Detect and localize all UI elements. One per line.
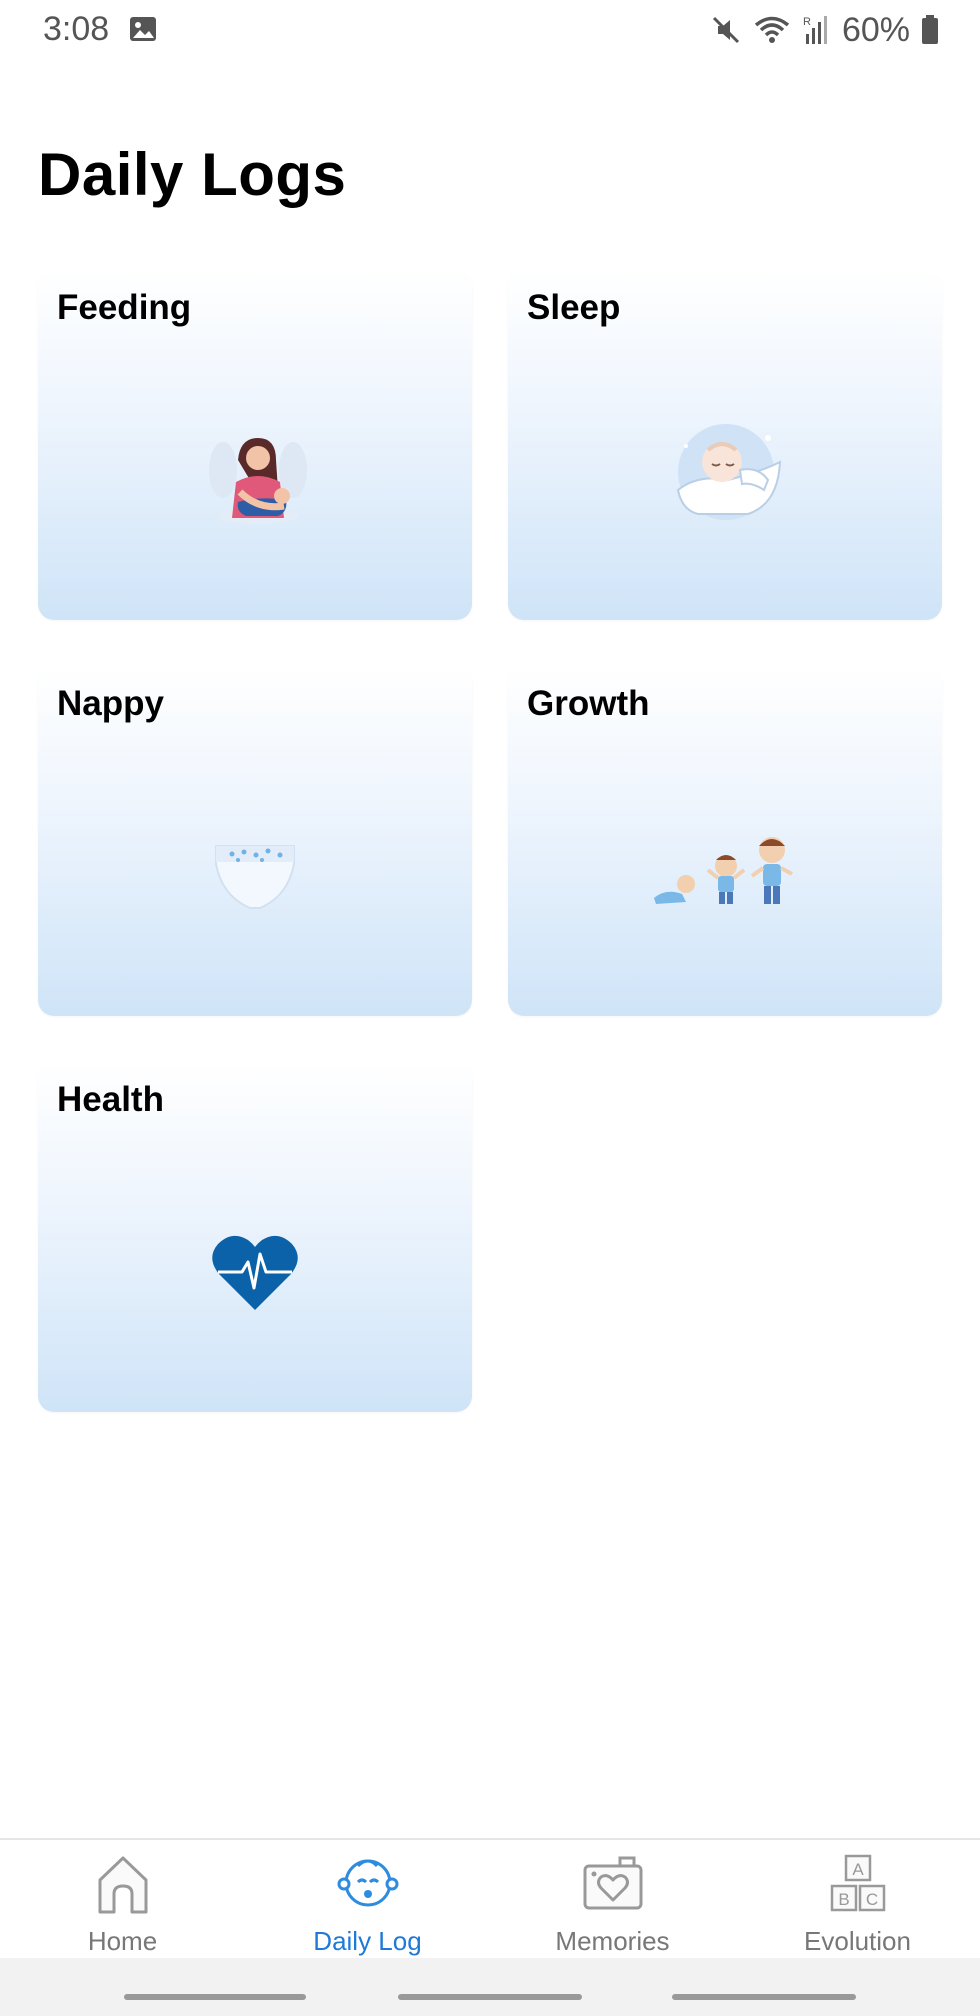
battery-percent: 60% — [841, 10, 910, 49]
svg-text:C: C — [865, 1890, 877, 1909]
nav-label: Daily Log — [313, 1926, 422, 1956]
nav-daily-log[interactable]: Daily Log — [245, 1840, 490, 1958]
card-label: Feeding — [57, 288, 192, 327]
nappy-illustration — [215, 845, 295, 909]
card-label: Health — [57, 1080, 164, 1119]
nav-label: Memories — [555, 1926, 670, 1956]
nav-label: Evolution — [804, 1926, 911, 1956]
home-icon — [98, 1856, 147, 1914]
card-nappy[interactable]: Nappy — [38, 666, 472, 1016]
nav-label: Home — [87, 1926, 158, 1956]
svg-text:R: R — [803, 16, 811, 28]
battery-icon — [922, 15, 938, 44]
gesture-bar-center[interactable] — [398, 1994, 582, 2000]
card-health[interactable]: Health — [38, 1062, 472, 1412]
card-sleep[interactable]: Sleep — [508, 270, 942, 620]
nav-home[interactable]: Home — [0, 1840, 245, 1958]
card-label: Nappy — [57, 684, 164, 723]
wifi-icon — [754, 16, 790, 43]
abc-blocks-icon: A B C — [830, 1854, 885, 1912]
card-feeding[interactable]: Feeding — [38, 270, 472, 620]
page-title: Daily Logs — [38, 141, 347, 208]
card-label: Growth — [527, 684, 650, 723]
feeding-illustration — [209, 438, 307, 524]
bottom-nav: Home Daily Log Memories A B C Evolution — [0, 1838, 980, 1960]
status-time: 3:08 — [43, 10, 110, 48]
status-bar: 3:08 R 60% — [0, 0, 980, 60]
card-growth[interactable]: Growth — [508, 666, 942, 1016]
gesture-bar-area — [0, 1958, 980, 2016]
gallery-icon — [130, 17, 156, 41]
nav-evolution[interactable]: A B C Evolution — [735, 1840, 980, 1958]
camera-heart-icon — [583, 1856, 642, 1910]
heart-pulse-icon — [212, 1235, 298, 1310]
nav-memories[interactable]: Memories — [490, 1840, 735, 1958]
baby-face-icon — [337, 1859, 398, 1907]
svg-text:B: B — [838, 1890, 849, 1909]
gesture-bar-left[interactable] — [124, 1994, 306, 2000]
signal-icon: R — [803, 16, 827, 44]
status-icons: R 60% — [710, 8, 940, 52]
sleeping-baby-illustration — [676, 424, 782, 520]
growth-illustration — [654, 837, 793, 904]
gesture-bar-right[interactable] — [672, 1994, 856, 2000]
svg-text:A: A — [852, 1860, 864, 1879]
card-label: Sleep — [527, 288, 621, 327]
mute-icon — [712, 16, 739, 44]
